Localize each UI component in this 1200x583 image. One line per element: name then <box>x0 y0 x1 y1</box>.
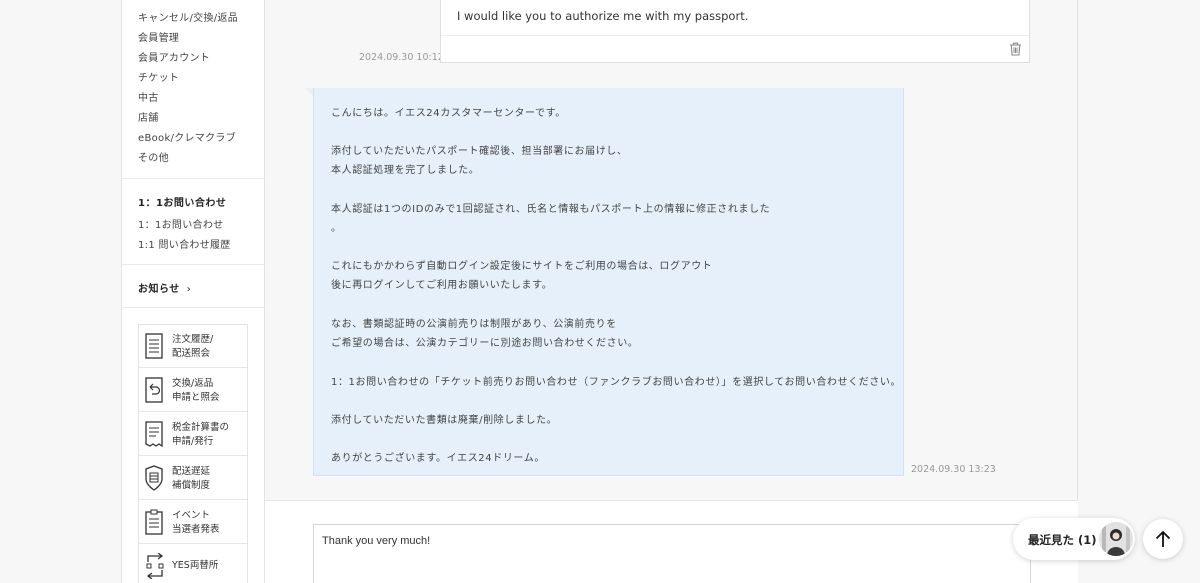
service-shortcuts: 注文履歴/ 配送照会 交換/返品 申請と照会 税金計算書の 申請/発行 配送遅延… <box>138 324 248 583</box>
sidebar-link-member[interactable]: 会員管理 <box>138 29 179 44</box>
notice-label: お知らせ <box>138 284 180 295</box>
sidebar-link-ticket[interactable]: チケット <box>138 69 179 84</box>
delay-compensation-icon <box>145 465 163 491</box>
service-label: 注文履歴/ <box>172 334 214 345</box>
sidebar-link-ebook[interactable]: eBook/クレマクラブ <box>138 129 236 144</box>
answer-bubble: こんにちは。イエス24カスタマーセンターです。 添付していただいたパスポート確認… <box>313 88 904 476</box>
service-tax-invoice[interactable]: 税金計算書の 申請/発行 <box>139 413 247 456</box>
question-timestamp: 2024.09.30 10:12 <box>359 52 444 63</box>
service-label: 当選者発表 <box>172 524 220 535</box>
answer-line: 添付していただいた書類は廃棄/削除しました。 <box>331 415 558 426</box>
delete-button[interactable] <box>1009 41 1022 60</box>
sidebar-link-store[interactable]: 店舗 <box>138 109 159 124</box>
service-label: 交換/返品 <box>172 378 214 389</box>
sidebar-link-used[interactable]: 中古 <box>138 89 159 104</box>
chevron-right-icon: › <box>186 284 192 295</box>
answer-line: 本人認証処理を完了しました。 <box>331 165 480 176</box>
sidebar-link-other[interactable]: その他 <box>138 149 169 164</box>
return-arrow-icon <box>145 377 163 403</box>
sidebar-divider <box>122 307 265 308</box>
notice-link[interactable]: お知らせ › <box>138 280 191 295</box>
service-return[interactable]: 交換/返品 申請と照会 <box>139 369 247 412</box>
service-label: YES両替所 <box>172 560 219 571</box>
service-event-winners[interactable]: イベント 当選者発表 <box>139 501 247 544</box>
sidebar-link-account[interactable]: 会員アカウント <box>138 49 210 64</box>
reply-textarea[interactable]: Thank you very much! <box>313 524 1031 583</box>
reply-section: Thank you very much! <box>265 500 1078 583</box>
answer-line: こんにちは。イエス24カスタマーセンターです。 <box>331 108 566 119</box>
receipt-icon <box>145 421 163 447</box>
answer-line: 。 <box>331 223 342 234</box>
sidebar: キャンセル/交換/返品 会員管理 会員アカウント チケット 中古 店舗 eBoo… <box>121 0 265 583</box>
service-label: 申請と照会 <box>172 392 220 403</box>
card-divider <box>441 35 1029 36</box>
service-order-history[interactable]: 注文履歴/ 配送照会 <box>139 325 247 368</box>
document-list-icon <box>145 333 163 359</box>
answer-line: ご希望の場合は、公演カテゴリーに別途お問い合わせください。 <box>331 338 639 349</box>
clipboard-icon <box>145 509 163 535</box>
service-delay-compensation[interactable]: 配送遅延 補償制度 <box>139 457 247 500</box>
answer-line: なお、書類認証時の公演前売りは制限があり、公演前売りを <box>331 319 617 330</box>
inquiry-heading: 1：1お問い合わせ <box>138 198 227 209</box>
service-label: 補償制度 <box>172 480 211 491</box>
arrow-up-icon <box>1155 530 1171 547</box>
answer-line: ありがとうございます。イエス24ドリーム。 <box>331 453 545 464</box>
recent-item-thumbnail <box>1099 522 1133 556</box>
service-label: 配送照会 <box>172 348 211 359</box>
sidebar-link-cancel[interactable]: キャンセル/交換/返品 <box>138 9 238 24</box>
service-label: イベント <box>172 510 211 521</box>
service-label: 税金計算書の <box>172 422 230 433</box>
answer-line: 本人認証は1つのIDのみで1回認証され、氏名と情報もパスポート上の情報に修正され… <box>331 204 771 215</box>
answer-line: 添付していただいたパスポート確認後、担当部署にお届けし、 <box>331 146 628 157</box>
question-card: I would like you to authorize me with my… <box>440 0 1030 63</box>
scroll-to-top-button[interactable] <box>1143 519 1183 559</box>
question-text: I would like you to authorize me with my… <box>457 9 749 23</box>
recently-viewed-label: 最近見た (1) <box>1028 533 1097 547</box>
inquiry-thread: 2024.09.30 10:12 I would like you to aut… <box>265 0 1078 583</box>
sidebar-link-inquiry-history[interactable]: 1:1 問い合わせ履歴 <box>138 236 231 251</box>
answer-line: 後に再ログインしてご利用お願いいたします。 <box>331 280 553 291</box>
service-label: 配送遅延 <box>172 466 211 477</box>
sidebar-link-inquiry[interactable]: 1：1お問い合わせ <box>138 216 223 231</box>
exchange-arrows-icon <box>146 553 164 579</box>
answer-line: これにもかかわらず自動ログイン設定後にサイトをご利用の場合は、ログアウト <box>331 261 713 272</box>
recently-viewed-button[interactable]: 最近見た (1) <box>1013 518 1135 560</box>
answer-timestamp: 2024.09.30 13:23 <box>911 464 996 475</box>
sidebar-divider <box>122 178 265 179</box>
answer-line: 1：1お問い合わせの「チケット前売りお問い合わせ（ファンクラブお問い合わせ）」を… <box>331 377 902 388</box>
service-label: 申請/発行 <box>172 436 214 447</box>
trash-icon <box>1010 42 1021 56</box>
service-exchange[interactable]: YES両替所 <box>139 545 247 583</box>
sidebar-divider <box>122 264 265 265</box>
